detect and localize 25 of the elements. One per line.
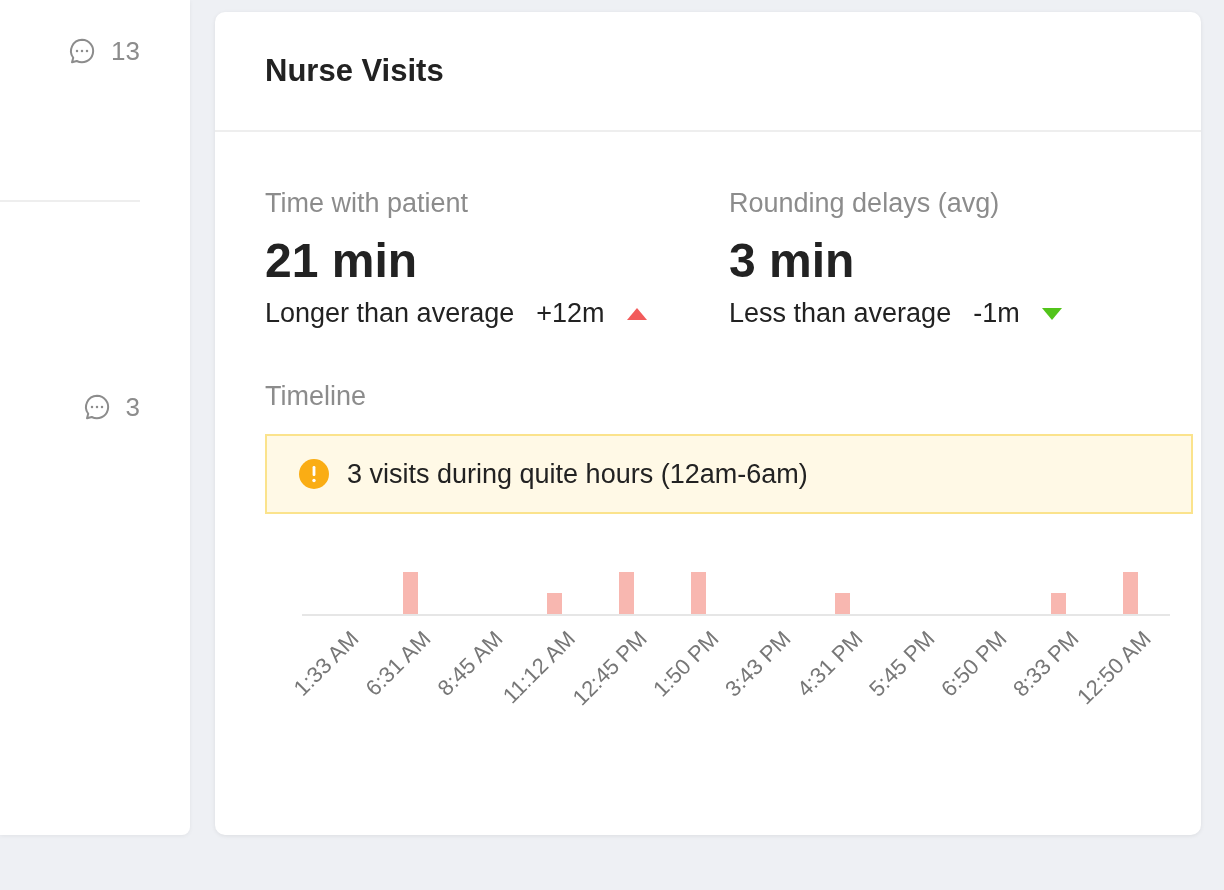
timeline-bar: [402, 572, 418, 614]
section-label: Timeline: [265, 381, 368, 412]
card-title: Nurse Visits: [265, 53, 444, 89]
comparison-text: Less than average: [729, 298, 952, 329]
stat-label: Rounding delays (avg): [729, 188, 1001, 219]
delta-value: -1m: [973, 298, 1020, 329]
delta-value: +12m: [536, 298, 605, 329]
stat-value: 3 min: [729, 233, 856, 288]
warning-text: 3 visits during quite hours (12am-6am): [347, 458, 808, 490]
time-label: 6:31 AM: [360, 626, 437, 702]
warning-icon: [299, 459, 329, 489]
timeline-bar: [618, 572, 634, 614]
down-triangle-icon: [1041, 307, 1062, 320]
timeline-bar: [1050, 593, 1066, 614]
timeline-bar: [690, 572, 706, 614]
timeline-bar: [1122, 572, 1138, 614]
timeline-bar: [546, 593, 562, 614]
stat-value: 21 min: [265, 233, 419, 288]
comment-count: 13: [111, 35, 140, 67]
stat-label: Time with patient: [265, 188, 470, 219]
timeline-bar: [834, 593, 850, 614]
time-label: 6:50 PM: [936, 626, 1013, 703]
up-triangle-icon: [626, 307, 647, 320]
comment-count: 3: [125, 391, 140, 423]
comparison-text: Longer than average: [265, 298, 515, 329]
